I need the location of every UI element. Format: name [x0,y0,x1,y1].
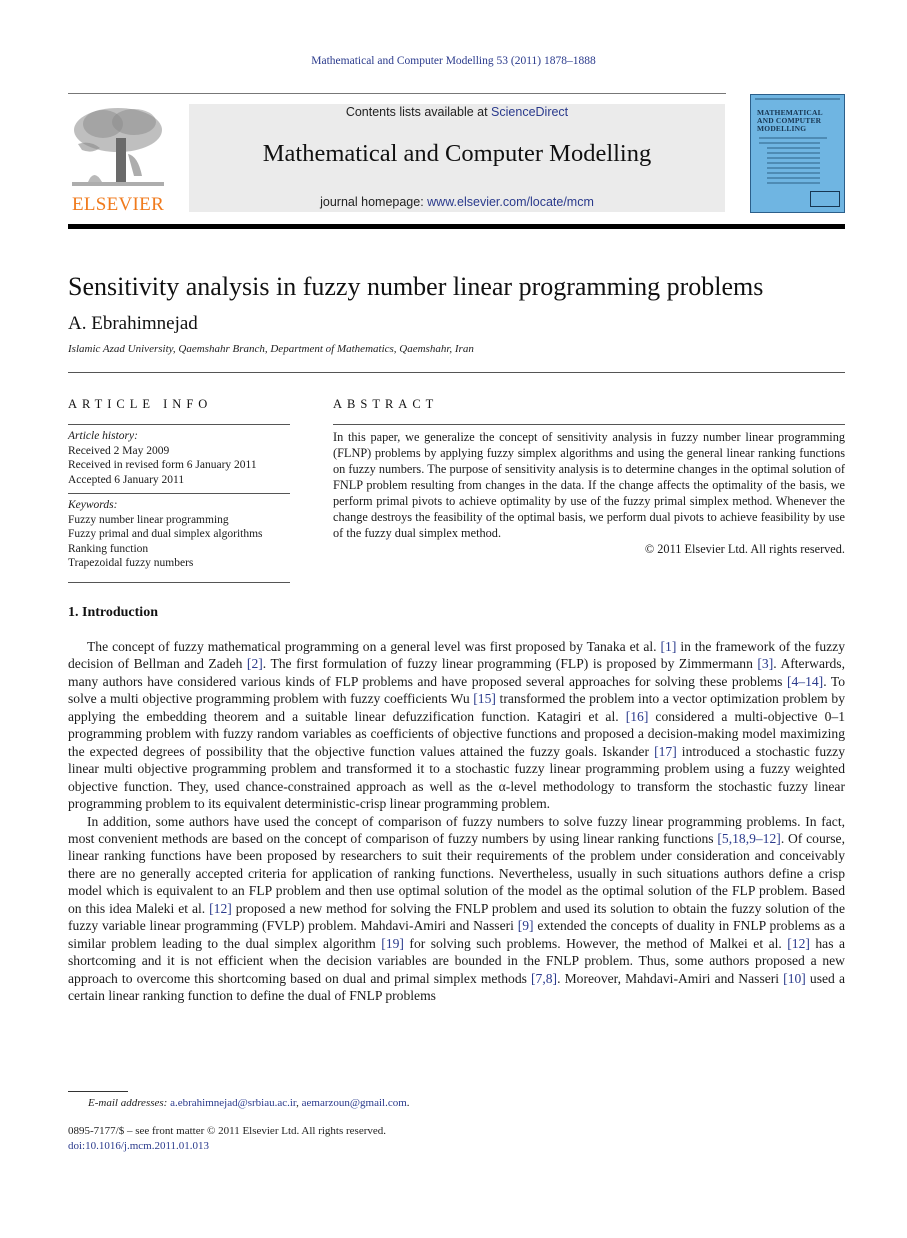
history-item: Received 2 May 2009 [68,444,170,457]
abstract: In this paper, we generalize the concept… [333,424,845,557]
keywords: Keywords: Fuzzy number linear programmin… [68,494,290,577]
elsevier-tree-icon [72,108,164,186]
article-info-heading: ARTICLE INFO [68,397,213,411]
abstract-heading: ABSTRACT [333,397,439,411]
front-matter-divider [68,372,845,373]
journal-cover-thumbnail[interactable]: MATHEMATICAL AND COMPUTER MODELLING [750,94,845,213]
citation-link[interactable]: [5,18,9–12] [717,831,780,846]
citation-link[interactable]: [1] [661,639,677,654]
citation-link[interactable]: [4–14] [787,674,823,689]
keywords-label: Keywords: [68,499,118,511]
history-item: Accepted 6 January 2011 [68,473,185,486]
abstract-copyright: © 2011 Elsevier Ltd. All rights reserved… [644,542,845,556]
homepage-prefix: journal homepage: [320,195,428,209]
keyword-item: Ranking function [68,542,149,555]
running-head[interactable]: Mathematical and Computer Modelling 53 (… [0,55,907,67]
doi-link[interactable]: doi:10.1016/j.mcm.2011.01.013 [68,1140,209,1152]
email-link[interactable]: aemarzoun@gmail.com [302,1097,407,1109]
article-author[interactable]: A. Ebrahimnejad [68,313,198,335]
abstract-text: In this paper, we generalize the concept… [333,430,845,540]
body-text-run: for solving such problems. However, the … [403,935,788,951]
article-info: Article history: Received 2 May 2009 Rec… [68,424,290,577]
citation-link[interactable]: [12] [209,901,232,916]
paragraph: In addition, some authors have used the … [68,813,845,1005]
body-text-run: The concept of fuzzy mathematical progra… [87,639,661,654]
paragraph: The concept of fuzzy mathematical progra… [68,638,845,813]
citation-link[interactable]: [7,8] [531,971,557,986]
citation-link[interactable]: [12] [787,936,810,951]
body-text-run: . The first formulation of fuzzy linear … [262,656,758,672]
issn-line: 0895-7177/$ – see front matter © 2011 El… [68,1125,387,1137]
citation-link[interactable]: [19] [381,936,404,951]
citation-link[interactable]: [10] [783,971,806,986]
contents-prefix: Contents lists available at [345,105,492,119]
elsevier-logo[interactable]: ELSEVIER [68,104,168,216]
keyword-item: Fuzzy primal and dual simplex algorithms [68,528,263,540]
info-divider [68,582,290,583]
header-divider [68,93,726,94]
body-text-run: . Moreover, Mahdavi-Amiri and Nasseri [557,970,784,986]
history-item: Received in revised form 6 January 2011 [68,459,257,471]
abstract-divider [333,424,845,425]
citation-link[interactable]: [17] [654,744,677,759]
section-heading-introduction: 1. Introduction [68,605,158,620]
cover-text-lines [759,137,835,187]
journal-masthead: Contents lists available at ScienceDirec… [189,104,725,212]
citation-link[interactable]: [15] [473,691,496,706]
keyword-item: Fuzzy number linear programming [68,513,229,526]
citation-link[interactable]: [2] [247,656,263,671]
citation-link[interactable]: [9] [518,918,534,933]
citation-link[interactable]: [3] [757,656,773,671]
publisher-wordmark: ELSEVIER [71,194,165,215]
journal-homepage-link[interactable]: www.elsevier.com/locate/mcm [427,195,594,209]
footnote-rule [68,1091,128,1092]
masthead-bottom-rule [68,224,845,229]
homepage-line: journal homepage: www.elsevier.com/locat… [189,195,725,209]
contents-line: Contents lists available at ScienceDirec… [189,105,725,119]
keyword-item: Trapezoidal fuzzy numbers [68,557,194,569]
sciencedirect-link[interactable]: ScienceDirect [491,105,568,119]
email-footnote: E-mail addresses: a.ebrahimnejad@srbiau.… [88,1097,410,1109]
citation-link[interactable]: [16] [626,709,649,724]
cover-publisher-badge [810,191,840,207]
author-affiliation: Islamic Azad University, Qaemshahr Branc… [68,343,474,355]
article-history: Article history: Received 2 May 2009 Rec… [68,425,290,493]
cover-title: MATHEMATICAL AND COMPUTER MODELLING [757,109,823,133]
email-link[interactable]: a.ebrahimnejad@srbiau.ac.ir [170,1097,296,1109]
journal-title: Mathematical and Computer Modelling [262,140,652,167]
introduction-body: The concept of fuzzy mathematical progra… [68,638,845,1005]
history-label: Article history: [68,430,138,442]
cover-title-line: MODELLING [757,124,807,133]
email-label: E-mail addresses: [88,1097,168,1109]
article-title: Sensitivity analysis in fuzzy number lin… [68,272,764,301]
cover-top-bar [755,98,840,100]
